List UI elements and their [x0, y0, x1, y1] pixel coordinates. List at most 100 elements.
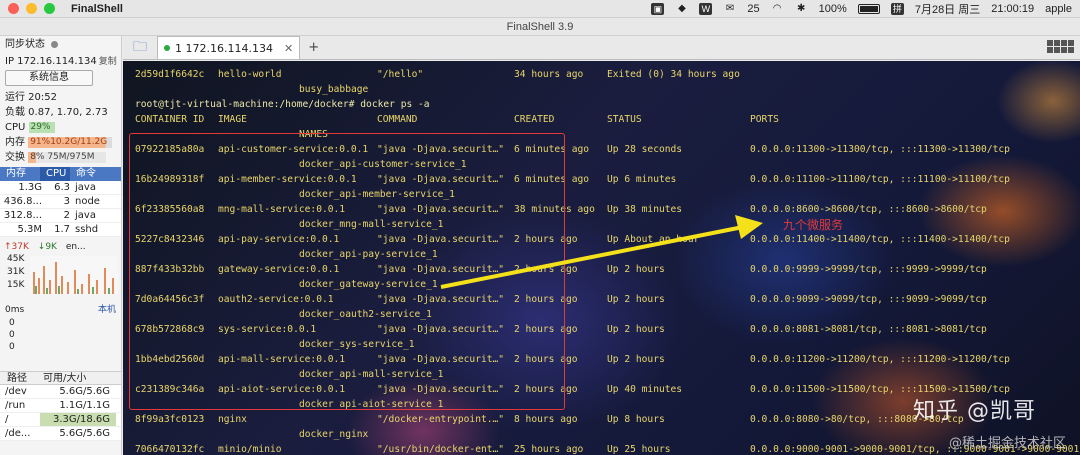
- minimize-window-button[interactable]: [26, 3, 37, 14]
- terminal-col-status: Up 2 hours: [607, 354, 665, 365]
- window-controls: [8, 3, 55, 14]
- disk-row[interactable]: /run 1.1G/1.1G: [0, 399, 121, 413]
- terminal-col-ports: 0.0.0.0:11300->11300/tcp, :::11300->1130…: [750, 144, 1010, 155]
- process-row[interactable]: 1.3G 6.3 java: [0, 181, 121, 195]
- server-status-panel: 同步状态 IP 172.16.114.134 复制 系统信息 运行 20:52 负…: [0, 36, 122, 455]
- net-level-label: 15K: [7, 280, 25, 290]
- window-title: FinalShell 3.9: [506, 21, 574, 33]
- proc-cpu: 3: [63, 196, 70, 207]
- proc-cmd: java: [75, 210, 96, 221]
- terminal-col-created: 25 hours ago: [514, 444, 584, 455]
- system-info-button[interactable]: 系统信息: [5, 70, 93, 86]
- disk-size: 1.1G/1.1G: [59, 400, 110, 411]
- menubar-date[interactable]: 7月28日 周三: [915, 1, 980, 17]
- terminal-col-status: Up 28 seconds: [607, 144, 683, 155]
- memory-row: 内存 91%10.2G/11.2G: [0, 135, 121, 150]
- highlight-box: [129, 133, 565, 410]
- copy-ip-link[interactable]: 复制: [99, 57, 117, 67]
- terminal-col-status: Up 40 minutes: [607, 384, 683, 395]
- process-row[interactable]: 312.8... 2 java: [0, 209, 121, 223]
- battery-icon[interactable]: [857, 3, 880, 14]
- swap-label: 交换: [5, 152, 25, 163]
- terminal-col-created: 34 hours ago: [514, 69, 584, 80]
- cat-icon[interactable]: ◆: [675, 3, 688, 15]
- terminal-col-command: "/hello": [377, 69, 424, 80]
- terminal-col-status: Up 38 minutes: [607, 204, 683, 215]
- cpu-usage-bar: 29%: [28, 121, 55, 133]
- disk-size: 5.6G/5.6G: [59, 386, 110, 397]
- terminal-container-line: 2d59d1f6642c hello-world "/hello" 34 hours …: [123, 67, 1080, 82]
- wechat-icon[interactable]: ✉: [723, 3, 736, 15]
- terminal-col-ports: 0.0.0.0:11100->11100/tcp, :::11100->1110…: [750, 174, 1010, 185]
- latency-target[interactable]: 本机: [98, 304, 116, 317]
- connected-dot-icon: [164, 45, 170, 51]
- proc-cmd: node: [75, 196, 100, 207]
- latency-value: 0ms: [5, 305, 25, 315]
- layout-grid-icon[interactable]: [1047, 40, 1074, 53]
- terminal-col-status: Up 2 hours: [607, 264, 665, 275]
- disk-row[interactable]: / 3.3G/18.6G: [0, 413, 121, 427]
- disk-col-path[interactable]: 路径: [0, 372, 36, 384]
- folder-icon[interactable]: 🗀: [123, 36, 157, 60]
- app-name-menu[interactable]: FinalShell: [71, 3, 123, 15]
- menubar-user[interactable]: apple: [1045, 3, 1072, 15]
- proc-col-cmd[interactable]: 命令: [70, 167, 96, 181]
- sync-dot-icon: [51, 40, 58, 48]
- ip-address: IP 172.16.114.134: [5, 56, 97, 67]
- terminal-output[interactable]: 2d59d1f6642c hello-world "/hello" 34 hours …: [123, 61, 1080, 455]
- disk-row[interactable]: /dev 5.6G/5.6G: [0, 385, 121, 399]
- network-header: ↑37K ↓9K en...: [0, 241, 121, 254]
- input-method-icon[interactable]: 拼: [890, 2, 904, 15]
- disk-row[interactable]: /de... 5.6G/5.6G: [0, 427, 121, 441]
- terminal-col-status: Up 8 hours: [607, 414, 665, 425]
- proc-cpu: 6.3: [54, 182, 70, 193]
- add-tab-button[interactable]: +: [308, 40, 319, 55]
- terminal-col-ports: 0.0.0.0:11200->11200/tcp, :::11200->1120…: [750, 354, 1010, 365]
- disk-path: /dev: [5, 386, 27, 397]
- net-interface-select[interactable]: en...: [66, 242, 86, 252]
- net-upload: ↑37K: [4, 242, 29, 252]
- net-download: ↓9K: [37, 242, 57, 252]
- terminal-col-image: IMAGE: [218, 114, 247, 125]
- terminal-container-name: busy_babbage: [299, 84, 369, 95]
- tab-session-1[interactable]: 1 172.16.114.134 ✕: [157, 36, 301, 59]
- sync-status[interactable]: 同步状态: [0, 36, 121, 54]
- swap-row: 交换 8% 75M/975M: [0, 150, 121, 165]
- w-app-icon[interactable]: W: [699, 2, 713, 15]
- process-row[interactable]: 436.8... 3 node: [0, 195, 121, 209]
- process-row[interactable]: 5.3M 1.7 sshd: [0, 223, 121, 237]
- terminal-col-status: Exited (0) 34 hours ago: [607, 69, 740, 80]
- session-tab-bar: 🗀 1 172.16.114.134 ✕ +: [123, 36, 1080, 60]
- terminal-col-ports: 0.0.0.0:9999->9999/tcp, :::9999->9999/tc…: [750, 264, 987, 275]
- proc-col-cpu[interactable]: CPU: [40, 167, 70, 181]
- network-graph: [30, 256, 118, 294]
- terminal-col-command: "/usr/bin/docker-ent…": [377, 444, 505, 455]
- wifi-icon[interactable]: ◠: [771, 3, 784, 15]
- macos-menubar: FinalShell ▣ ◆ W ✉ 25 ◠ ✱ 100% 拼 7月28日 周…: [0, 0, 1080, 18]
- close-window-button[interactable]: [8, 3, 19, 14]
- window-title-bar: FinalShell 3.9: [0, 18, 1080, 36]
- bluetooth-icon[interactable]: ✱: [795, 3, 808, 15]
- menubar-time[interactable]: 21:00:19: [991, 3, 1034, 15]
- proc-col-mem[interactable]: 内存: [0, 167, 40, 181]
- disk-size: 5.6G/5.6G: [59, 428, 110, 439]
- disk-size: 3.3G/18.6G: [40, 413, 116, 426]
- disk-path: /de...: [5, 428, 31, 439]
- terminal-col-status: Up 25 hours: [607, 444, 671, 455]
- terminal-col-ports: PORTS: [750, 114, 779, 125]
- proc-cpu: 1.7: [54, 224, 70, 235]
- fullscreen-window-button[interactable]: [44, 3, 55, 14]
- screen-icon[interactable]: ▣: [651, 2, 665, 15]
- terminal-col-image: hello-world: [218, 69, 282, 80]
- close-tab-icon[interactable]: ✕: [284, 42, 293, 55]
- terminal-col-id: 2d59d1f6642c: [135, 69, 205, 80]
- latency-row: 0: [9, 342, 15, 352]
- annotation-label: 九个微服务: [783, 218, 844, 232]
- terminal-col-created: CREATED: [514, 114, 555, 125]
- juejin-watermark: @稀土掘金技术社区: [948, 436, 1066, 451]
- proc-mem: 5.3M: [17, 224, 42, 235]
- net-level-label: 45K: [7, 254, 25, 264]
- disk-col-size[interactable]: 可用/大小: [36, 372, 86, 384]
- terminal-col-id: CONTAINER ID: [135, 114, 205, 125]
- network-chart: 45K 31K 15K: [0, 254, 121, 296]
